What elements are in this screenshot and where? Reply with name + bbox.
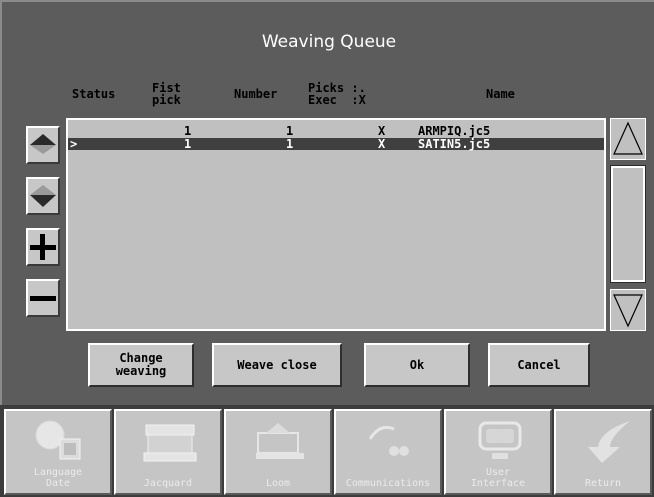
loom-icon bbox=[256, 423, 304, 459]
language-date-icon bbox=[35, 420, 81, 460]
row-exec: X bbox=[378, 124, 386, 138]
minus-icon bbox=[30, 296, 56, 301]
toolbar-label: Communications bbox=[345, 478, 431, 489]
user-interface-icon bbox=[478, 421, 522, 459]
row-number: 1 bbox=[286, 124, 294, 138]
toolbar-jacquard[interactable]: Jacquard bbox=[114, 409, 222, 495]
move-up-icon bbox=[30, 134, 56, 154]
scroll-up-button[interactable] bbox=[610, 118, 646, 160]
row-name: ARMPIQ.jc5 bbox=[418, 124, 491, 138]
column-header-name: Name bbox=[486, 87, 515, 101]
change-weaving-button[interactable]: Change weaving bbox=[88, 343, 194, 387]
queue-row[interactable]: 1 1 X ARMPIQ.jc5 bbox=[68, 125, 604, 137]
weave-close-button[interactable]: Weave close bbox=[212, 343, 342, 387]
plus-icon bbox=[30, 234, 56, 260]
scroll-down-button[interactable] bbox=[610, 289, 646, 331]
column-header-picks-exec: Picks :. Exec :X bbox=[308, 81, 366, 107]
row-first-pick: 1 bbox=[184, 137, 192, 151]
queue-row-selected[interactable]: > 1 1 X SATIN5.jc5 bbox=[68, 138, 604, 150]
scroll-thumb[interactable] bbox=[610, 165, 646, 283]
column-header-first-pick: Fist pick bbox=[152, 81, 181, 107]
toolbar-loom[interactable]: Loom bbox=[224, 409, 332, 495]
row-first-pick: 1 bbox=[184, 124, 192, 138]
row-status: > bbox=[70, 137, 78, 151]
toolbar-label: Loom bbox=[265, 478, 291, 489]
add-button[interactable] bbox=[26, 228, 60, 266]
row-number: 1 bbox=[286, 137, 294, 151]
move-up-button[interactable] bbox=[26, 126, 60, 164]
column-header-status: Status bbox=[72, 87, 116, 101]
communications-icon bbox=[368, 425, 409, 456]
toolbar-language-date[interactable]: Language Date bbox=[4, 409, 112, 495]
return-icon bbox=[588, 421, 630, 463]
queue-scrollbar[interactable] bbox=[610, 118, 646, 331]
queue-list[interactable]: 1 1 X ARMPIQ.jc5 > 1 1 X SATIN5.jc5 bbox=[66, 118, 606, 331]
toolbar-return[interactable]: Return bbox=[554, 409, 652, 495]
jacquard-icon bbox=[143, 424, 197, 462]
move-down-icon bbox=[30, 185, 56, 207]
move-down-button[interactable] bbox=[26, 177, 60, 215]
toolbar-label: Language Date bbox=[33, 467, 83, 489]
toolbar-user-interface[interactable]: User Interface bbox=[444, 409, 552, 495]
scroll-down-arrow-icon bbox=[613, 294, 643, 328]
column-header-number: Number bbox=[234, 87, 278, 101]
row-name: SATIN5.jc5 bbox=[418, 137, 491, 151]
toolbar-label: User Interface bbox=[470, 467, 526, 489]
toolbar-communications[interactable]: Communications bbox=[334, 409, 442, 495]
row-exec: X bbox=[378, 137, 386, 151]
cancel-button[interactable]: Cancel bbox=[488, 343, 590, 387]
scroll-up-arrow-icon bbox=[613, 121, 643, 155]
weaving-queue-dialog: Weaving Queue Status Fist pick Number Pi… bbox=[0, 0, 654, 405]
toolbar-label: Jacquard bbox=[143, 478, 193, 489]
toolbar-label: Return bbox=[584, 478, 622, 489]
remove-button[interactable] bbox=[26, 279, 60, 317]
ok-button[interactable]: Ok bbox=[364, 343, 470, 387]
dialog-title: Weaving Queue bbox=[261, 32, 397, 52]
